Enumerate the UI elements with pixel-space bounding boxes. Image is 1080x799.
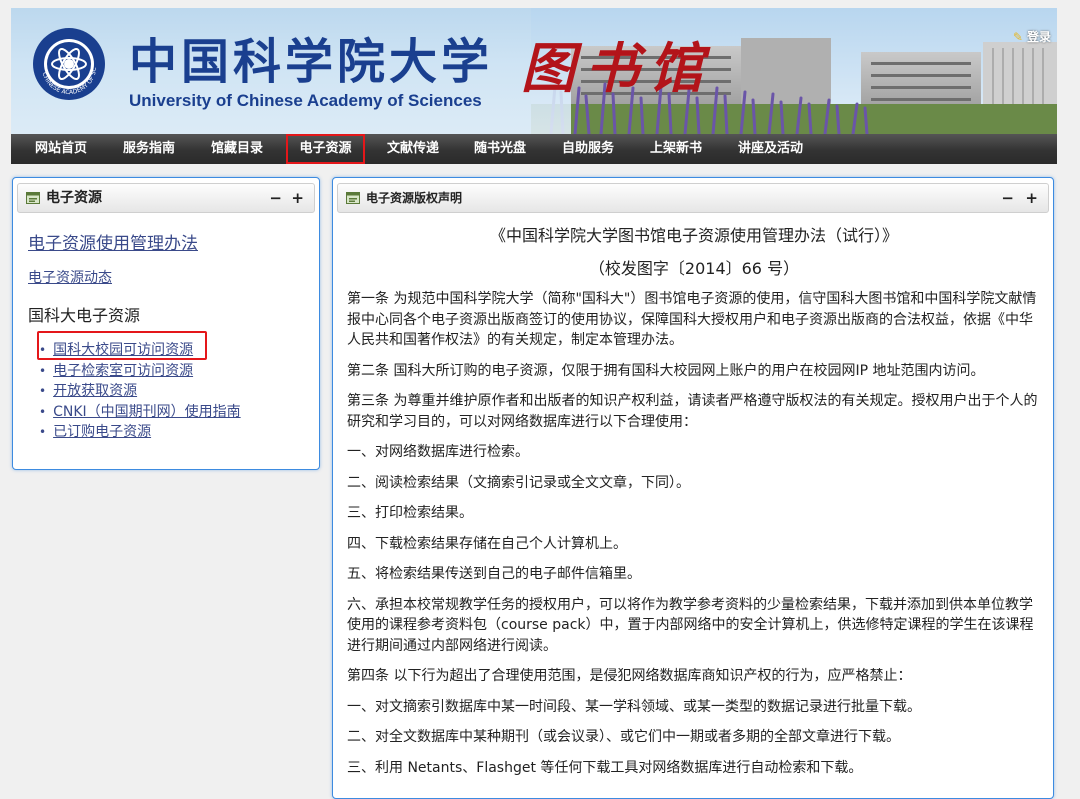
e-resources-sidebar-panel: 电子资源 − + 电子资源使用管理办法 电子资源动态 国科大电子资源 • 国科大校… [12,177,320,470]
list-item: • 已订购电子资源 [39,422,241,443]
nav-item-service-guide[interactable]: 服务指南 [123,134,175,164]
e-resources-list: • 国科大校园可访问资源 • 电子检索室可访问资源 • 开放获取资源 • CNKI（中国… [39,340,241,443]
main-nav: 网站首页 服务指南 馆藏目录 电子资源 文献传递 随书光盘 自助服务 上架新书 … [11,134,1057,164]
paragraph: 第四条 以下行为超出了合理使用范围，是侵犯网络数据库商知识产权的行为，应严格禁止… [347,668,912,684]
copyright-statement-panel: 电子资源版权声明 − + 《中国科学院大学图书馆电子资源使用管理办法（试行）》 … [332,177,1054,799]
link-subscribed-resources[interactable]: 已订购电子资源 [53,424,151,440]
section-title-ucas-e-resources: 国科大电子资源 [28,306,141,325]
paragraph: 第一条 为规范中国科学院大学（简称"国科大"）图书馆电子资源的使用，信守国科大图… [347,291,1037,348]
paragraph: 第三条 为尊重并维护原作者和出版者的知识产权利益，请读者严格遵守版权法的有关规定… [347,393,1038,430]
panel-window-icon [346,192,360,204]
nav-item-new-books[interactable]: 上架新书 [650,134,702,164]
bullet-icon: • [39,363,47,378]
statement-content: 《中国科学院大学图书馆电子资源使用管理办法（试行）》 （校发图字〔2014〕66… [347,219,1041,788]
nav-item-e-resources[interactable]: 电子资源 [286,134,365,164]
link-search-room-resources[interactable]: 电子检索室可访问资源 [53,363,193,379]
collapse-button[interactable]: − [269,184,282,212]
statement-panel-title: 电子资源版权声明 [366,191,463,205]
document-body: 第一条 为规范中国科学院大学（简称"国科大"）图书馆电子资源的使用，信守国科大图… [347,289,1041,778]
paragraph: 三、打印检索结果。 [347,505,473,521]
nav-item-self-service[interactable]: 自助服务 [562,134,614,164]
bullet-icon: • [39,404,47,419]
paragraph: 一、对网络数据库进行检索。 [347,444,529,460]
nav-item-catalog[interactable]: 馆藏目录 [211,134,263,164]
paragraph: 六、承担本校常规教学任务的授权用户，可以将作为教学参考资料的少量检索结果，下载并… [347,596,1034,654]
key-icon: ✎ [1012,30,1023,44]
bullet-icon: • [39,425,47,440]
sidebar-panel-title: 电子资源 [46,190,102,206]
university-name-cn: 中国科学院大学 [129,34,494,90]
library-calligraphy: 图书馆 [521,36,713,100]
collapse-button[interactable]: − [1001,184,1014,212]
link-open-access[interactable]: 开放获取资源 [53,383,137,399]
paragraph: 二、阅读检索结果（文摘索引记录或全文文章，下同）。 [347,474,690,491]
list-item: • 开放获取资源 [39,381,241,402]
list-item: • CNKI（中国期刊网）使用指南 [39,402,241,423]
site-banner: CHINESE ACADEMY OF SCIENCES 中国科学院大学 Univ… [11,8,1057,134]
paragraph: 五、将检索结果传送到自己的电子邮件信箱里。 [347,566,641,582]
link-usage-rules[interactable]: 电子资源使用管理办法 [28,229,198,254]
document-title: 《中国科学院大学图书馆电子资源使用管理办法（试行）》 [489,226,898,245]
sidebar-panel-header: 电子资源 − + [17,183,315,213]
login-label: 登录 [1026,30,1051,44]
expand-button[interactable]: + [291,184,304,212]
expand-button[interactable]: + [1025,184,1038,212]
ucas-seal-logo: CHINESE ACADEMY OF SCIENCES [32,27,105,100]
bullet-icon: • [39,384,47,399]
paragraph: 一、对文摘索引数据库中某一时间段、某一学科领域、或某一类型的数据记录进行批量下载… [347,698,921,715]
paragraph: 二、对全文数据库中某种期刊（或会议录）、或它们中一期或者多期的全部文章进行下载。 [347,729,900,745]
panel-window-icon [26,192,40,204]
nav-item-lectures[interactable]: 讲座及活动 [738,134,803,164]
link-e-resources-news[interactable]: 电子资源动态 [28,267,112,287]
nav-item-doc-delivery[interactable]: 文献传递 [387,134,439,164]
document-number: （校发图字〔2014〕66 号） [588,259,800,278]
university-name-en: University of Chinese Academy of Science… [129,91,482,110]
list-item: • 国科大校园可访问资源 [39,340,241,361]
login-link[interactable]: ✎ 登录 [1013,28,1051,45]
paragraph: 四、下载检索结果存储在自己个人计算机上。 [347,535,627,552]
paragraph: 第二条 国科大所订购的电子资源，仅限于拥有国科大校园网上账户的用户在校园网IP … [347,362,985,379]
paragraph: 三、利用 Netants、Flashget 等任何下载工具对网络数据库进行自动检… [347,759,863,776]
statement-panel-header: 电子资源版权声明 − + [337,183,1049,213]
bullet-icon: • [39,343,47,357]
list-item: • 电子检索室可访问资源 [39,361,241,382]
link-cnki-guide[interactable]: CNKI（中国期刊网）使用指南 [53,404,241,420]
nav-item-home[interactable]: 网站首页 [35,134,87,164]
link-campus-resources[interactable]: 国科大校园可访问资源 [53,342,193,358]
nav-item-cd-with-books[interactable]: 随书光盘 [474,134,526,164]
